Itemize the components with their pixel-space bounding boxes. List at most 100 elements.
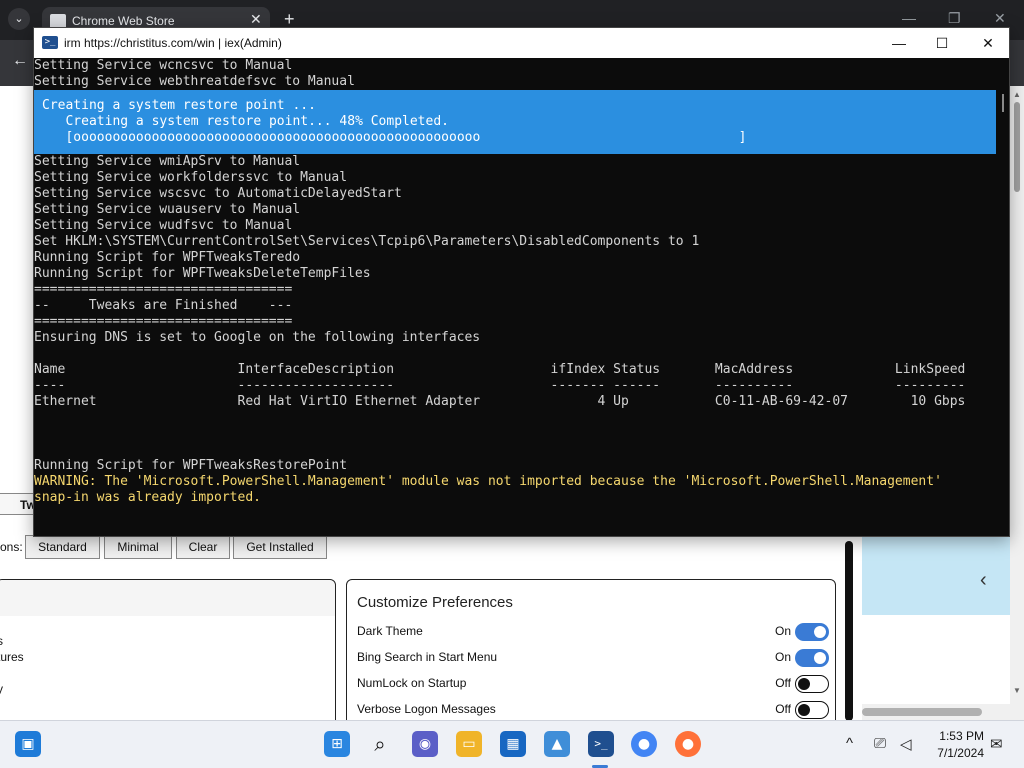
tab-close-icon[interactable]: ✕ (250, 11, 262, 28)
standard-button[interactable]: Standard (25, 535, 100, 559)
minimal-button[interactable]: Minimal (104, 535, 172, 559)
terminal-line: Setting Service wscsvc to AutomaticDelay… (34, 186, 402, 201)
numlock-toggle[interactable] (795, 675, 829, 693)
scrollbar-thumb[interactable] (1002, 94, 1004, 112)
list-item[interactable]: s (0, 634, 3, 648)
terminal-warning-lines: WARNING: The 'Microsoft.PowerShell.Manag… (34, 474, 996, 506)
progress-status: Creating a system restore point... 48% C… (42, 114, 449, 129)
volume-icon[interactable]: ◁ (900, 735, 912, 753)
list-item[interactable]: y (0, 682, 3, 696)
terminal-line: Running Script for WPFTweaksTeredo (34, 250, 301, 265)
pref-state: On (774, 624, 791, 638)
terminal-line: Setting Service workfolderssvc to Manual (34, 170, 348, 185)
list-item[interactable]: tures (0, 650, 24, 664)
scroll-down-arrow-icon[interactable]: ▼ (1010, 686, 1024, 695)
pref-row-dark-theme: Dark Theme On (357, 622, 829, 642)
chrome-icon[interactable]: ● (631, 731, 657, 757)
terminal-line: Set HKLM:\SYSTEM\CurrentControlSet\Servi… (34, 234, 700, 249)
clear-button[interactable]: Clear (176, 535, 230, 559)
network-icon[interactable]: ⎚ (874, 735, 886, 752)
banner-image (862, 537, 1010, 615)
browser-close-button[interactable]: ✕ (994, 10, 1006, 27)
pref-state: Off (775, 676, 791, 690)
terminal-line: -- Tweaks are Finished --- (34, 298, 293, 313)
progress-bar: [ooooooooooooooooooooooooooooooooooooooo… (42, 130, 747, 145)
terminal-line: Ensuring DNS is set to Google on the fol… (34, 330, 481, 345)
dark-theme-toggle[interactable] (795, 623, 829, 641)
powershell-icon[interactable]: >_ (588, 731, 614, 757)
browser-tab-title: Chrome Web Store (72, 14, 175, 28)
pref-state: Off (775, 702, 791, 716)
terminal-title: irm https://christitus.com/win | iex(Adm… (64, 36, 282, 50)
progress-bar-block: Creating a system restore point ... Crea… (34, 90, 996, 154)
task-view-icon[interactable]: ▣ (15, 731, 41, 757)
terminal-line: Running Script for WPFTweaksDeleteTempFi… (34, 266, 371, 281)
clock-date[interactable]: 7/1/2024 (930, 746, 984, 760)
tab-tweaks[interactable]: Tw (0, 493, 36, 515)
panel-header (0, 580, 335, 616)
terminal-output[interactable]: Setting Service wcncsvc to Manual Settin… (34, 58, 996, 536)
pref-state: On (774, 650, 791, 664)
notification-icon[interactable]: ✉ (990, 735, 1003, 753)
terminal-scrollbar[interactable] (996, 58, 1009, 536)
toggle-knob (798, 703, 810, 716)
pref-label: NumLock on Startup (357, 676, 467, 690)
scrollbar-thumb[interactable] (1014, 102, 1020, 192)
terminal-line: Name InterfaceDescription ifIndex Status… (34, 362, 966, 377)
pref-label: Dark Theme (357, 624, 423, 638)
powershell-window: >_ irm https://christitus.com/win | iex(… (33, 27, 1010, 537)
winutil-scrollbar[interactable] (845, 541, 853, 721)
verbose-logon-toggle[interactable] (795, 701, 829, 719)
warning-line: snap-in was already imported. (34, 490, 261, 505)
powershell-icon: >_ (42, 36, 58, 49)
terminal-line: ---- -------------------- ------- ------… (34, 378, 966, 393)
terminal-lines: Setting Service wcncsvc to Manual Settin… (34, 58, 996, 506)
back-arrow-icon[interactable]: ← (12, 52, 28, 70)
terminal-line: ================================= (34, 314, 293, 329)
firefox-icon[interactable]: ● (675, 731, 701, 757)
browser-minimize-button[interactable]: — (902, 10, 916, 26)
start-icon[interactable]: ⊞ (324, 731, 350, 757)
recommended-selections-label: ons: (0, 540, 23, 554)
file-explorer-icon[interactable]: ▭ (456, 731, 482, 757)
search-icon[interactable]: ⌕ (367, 731, 393, 757)
progress-activity: Creating a system restore point ... (42, 98, 316, 113)
close-button[interactable]: ✕ (968, 32, 1008, 54)
toggle-knob (814, 652, 826, 664)
pref-row-numlock: NumLock on Startup Off (357, 674, 829, 694)
scrollbar-thumb[interactable] (862, 708, 982, 716)
terminal-line: ================================= (34, 282, 293, 297)
pref-row-verbose-logon: Verbose Logon Messages Off (357, 700, 829, 720)
bing-search-toggle[interactable] (795, 649, 829, 667)
terminal-line: Setting Service wcncsvc to Manual (34, 58, 293, 73)
tray-overflow-chevron-icon[interactable]: ^ (846, 735, 853, 752)
terminal-lines-after: Setting Service wmiApSrv to Manual Settin… (34, 154, 996, 474)
minimize-button[interactable]: — (879, 32, 919, 54)
toggle-knob (814, 626, 826, 638)
photos-icon[interactable]: ▲ (544, 731, 570, 757)
terminal-line: Ethernet Red Hat VirtIO Ethernet Adapter… (34, 394, 966, 409)
customize-preferences-panel: Customize Preferences Dark Theme On Bing… (346, 579, 836, 729)
tab-search-button[interactable]: ⌄ (8, 8, 30, 30)
maximize-button[interactable]: ☐ (922, 32, 962, 54)
side-panel: ‹ (862, 537, 1010, 720)
teams-chat-icon[interactable]: ◉ (412, 731, 438, 757)
terminal-title-bar[interactable]: >_ irm https://christitus.com/win | iex(… (34, 28, 1009, 58)
browser-scrollbar[interactable]: ▲ ▼ (1010, 86, 1024, 720)
horizontal-scrollbar[interactable] (862, 704, 1010, 720)
scroll-up-arrow-icon[interactable]: ▲ (1010, 90, 1024, 99)
terminal-line: Setting Service wuauserv to Manual (34, 202, 301, 217)
terminal-line: Running Script for WPFTweaksRestorePoint (34, 458, 348, 473)
microsoft-store-icon[interactable]: ▦ (500, 731, 526, 757)
essential-tweaks-panel: s tures y (0, 579, 336, 729)
terminal-line: Setting Service webthreatdefsvc to Manua… (34, 74, 355, 89)
chevron-left-icon[interactable]: ‹ (980, 569, 987, 592)
clock-time[interactable]: 1:53 PM (930, 729, 984, 743)
browser-maximize-button[interactable]: ❐ (948, 10, 961, 27)
terminal-line: Setting Service wudfsvc to Manual (34, 218, 293, 233)
get-installed-button[interactable]: Get Installed (233, 535, 327, 559)
